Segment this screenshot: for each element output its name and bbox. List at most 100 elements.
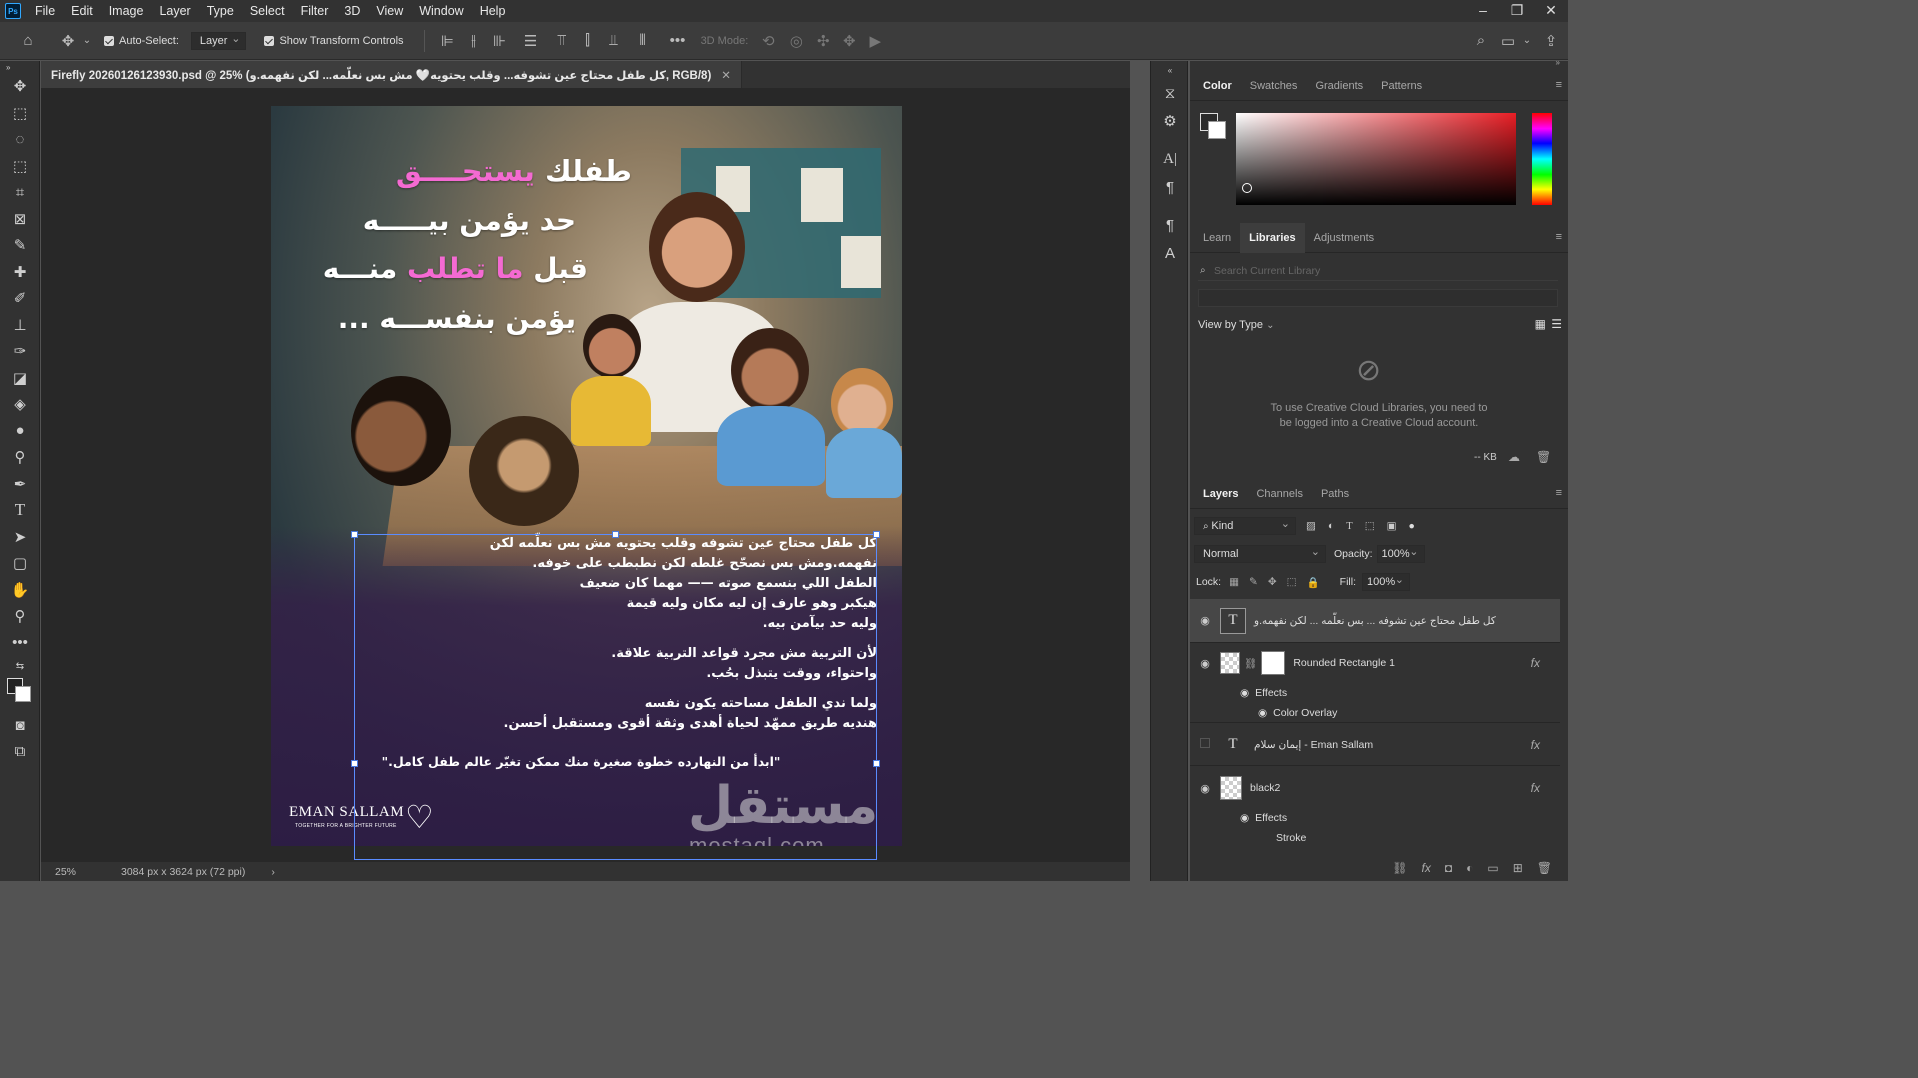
minimize-icon[interactable]: –: [1466, 0, 1500, 22]
lock-transparent-icon[interactable]: ▦: [1229, 576, 1239, 588]
checkbox-checked-icon[interactable]: [104, 35, 114, 46]
visibility-eye-icon[interactable]: ◉: [1190, 782, 1220, 795]
add-mask-icon[interactable]: ◘: [1445, 861, 1452, 875]
filter-shape-icon[interactable]: ⬚: [1365, 520, 1375, 532]
menu-file[interactable]: File: [27, 0, 63, 22]
crop-tool-icon[interactable]: ⌗: [0, 179, 40, 206]
transform-handle[interactable]: [873, 760, 880, 767]
tab-adjustments[interactable]: Adjustments: [1305, 223, 1384, 253]
menu-edit[interactable]: Edit: [63, 0, 101, 22]
cloud-sync-icon[interactable]: ☁: [1508, 450, 1520, 464]
effect-item[interactable]: Stroke: [1190, 828, 1560, 848]
align-right-icon[interactable]: ⊪: [487, 32, 513, 50]
align-bottom-icon[interactable]: ⫫: [601, 32, 627, 49]
align-center-icon[interactable]: ⫲: [461, 32, 487, 49]
properties-panel-icon[interactable]: ⚙: [1151, 107, 1189, 135]
3d-orbit-icon[interactable]: ⟲: [754, 32, 782, 50]
artwork[interactable]: طفلك يستحــــق حد يؤمن بيـــــه قبل ما ت…: [271, 106, 902, 846]
menu-filter[interactable]: Filter: [293, 0, 337, 22]
transform-handle[interactable]: [351, 531, 358, 538]
lock-artboard-icon[interactable]: ⬚: [1287, 576, 1297, 588]
effects-row[interactable]: ◉ Effects: [1190, 808, 1560, 828]
tab-channels[interactable]: Channels: [1247, 479, 1311, 509]
view-by-type-dropdown[interactable]: View by Type ⌄: [1198, 319, 1274, 331]
marquee-tool-icon[interactable]: ⬚: [0, 100, 40, 127]
close-icon[interactable]: ✕: [1534, 0, 1568, 22]
tab-patterns[interactable]: Patterns: [1372, 71, 1431, 101]
tab-layers[interactable]: Layers: [1194, 479, 1247, 509]
path-select-tool-icon[interactable]: ➤: [0, 524, 40, 551]
hue-slider[interactable]: [1532, 113, 1552, 205]
checkbox-checked-icon[interactable]: [264, 35, 275, 46]
visibility-eye-icon[interactable]: ◉: [1240, 687, 1249, 699]
eyedropper-tool-icon[interactable]: ✎: [0, 232, 40, 259]
paragraph-styles-icon[interactable]: ¶: [1151, 211, 1189, 239]
color-swatches[interactable]: [0, 676, 39, 712]
show-transform-controls-checkbox[interactable]: Show Transform Controls: [264, 35, 404, 47]
align-middle-icon[interactable]: ⫿: [575, 32, 601, 49]
visibility-eye-icon[interactable]: ◉: [1240, 812, 1249, 824]
tab-gradients[interactable]: Gradients: [1306, 71, 1372, 101]
zoom-level[interactable]: 25%: [41, 866, 101, 878]
chevron-down-icon[interactable]: ⌄: [80, 35, 94, 46]
delete-layer-icon[interactable]: 🗑: [1537, 861, 1552, 875]
lasso-tool-icon[interactable]: ◌: [0, 126, 40, 153]
layer-name[interactable]: كل طفل محتاج عين تشوفه ... بس نعلّمه ...…: [1254, 615, 1496, 627]
more-options-icon[interactable]: •••: [659, 32, 697, 49]
list-view-icon[interactable]: ☰: [1551, 317, 1562, 331]
quick-mask-icon[interactable]: ◙: [0, 712, 40, 739]
restore-icon[interactable]: ❐: [1500, 0, 1534, 22]
close-tab-icon[interactable]: ✕: [721, 68, 731, 82]
tab-swatches[interactable]: Swatches: [1241, 71, 1307, 101]
tab-libraries[interactable]: Libraries: [1240, 222, 1305, 253]
fx-icon[interactable]: fx: [1531, 656, 1540, 670]
3d-pan-icon[interactable]: ✣: [810, 32, 836, 50]
effect-item[interactable]: ◉ Color Overlay: [1190, 703, 1560, 723]
effects-row[interactable]: ◉ Effects: [1190, 683, 1560, 703]
tab-learn[interactable]: Learn: [1194, 223, 1240, 253]
chevron-down-icon[interactable]: ⌄: [1520, 35, 1534, 46]
new-layer-icon[interactable]: ⊞: [1513, 861, 1523, 875]
layer-row[interactable]: ◉ T كل طفل محتاج عين تشوفه ... بس نعلّمه…: [1190, 599, 1560, 643]
layer-name[interactable]: black2: [1250, 782, 1280, 794]
library-search-input[interactable]: Search Current Library: [1198, 261, 1558, 281]
search-icon[interactable]: ⌕: [1466, 32, 1496, 49]
transform-handle[interactable]: [351, 760, 358, 767]
visibility-eye-icon[interactable]: ◉: [1190, 657, 1220, 670]
more-tools-icon[interactable]: •••: [0, 630, 40, 657]
menu-window[interactable]: Window: [411, 0, 471, 22]
shape-tool-icon[interactable]: ▢: [0, 550, 40, 577]
brush-tool-icon[interactable]: ✐: [0, 285, 40, 312]
workspace-icon[interactable]: ▭: [1496, 32, 1520, 50]
move-tool-icon[interactable]: ✥: [56, 32, 80, 50]
lock-pixels-icon[interactable]: ✎: [1249, 576, 1258, 588]
collapse-icon[interactable]: »: [1556, 58, 1560, 67]
adjustment-layer-icon[interactable]: ◐: [1466, 861, 1473, 875]
collapse-icon[interactable]: »: [0, 61, 40, 73]
zoom-tool-icon[interactable]: ⚲: [0, 603, 40, 630]
stamp-tool-icon[interactable]: ⊥: [0, 312, 40, 339]
distribute-icon[interactable]: ☰: [513, 32, 549, 50]
filter-type-icon[interactable]: T: [1346, 521, 1352, 532]
fx-icon[interactable]: fx: [1531, 738, 1540, 752]
character-panel-icon[interactable]: A|: [1151, 145, 1189, 173]
layer-row[interactable]: ◉ black2 fx: [1190, 766, 1560, 810]
layer-name[interactable]: إيمان سلام - Eman Sallam: [1254, 739, 1373, 751]
move-tool-icon[interactable]: ✥: [0, 73, 40, 100]
library-dropdown[interactable]: [1198, 289, 1558, 307]
layer-name[interactable]: Rounded Rectangle 1: [1293, 657, 1395, 669]
character-styles-icon[interactable]: A: [1151, 239, 1189, 267]
eraser-tool-icon[interactable]: ◪: [0, 365, 40, 392]
object-select-tool-icon[interactable]: ⬚: [0, 153, 40, 180]
opacity-input[interactable]: 100%: [1376, 545, 1425, 563]
menu-image[interactable]: Image: [101, 0, 152, 22]
pen-tool-icon[interactable]: ✒: [0, 471, 40, 498]
chevron-right-icon[interactable]: ›: [271, 866, 275, 878]
lock-position-icon[interactable]: ✥: [1268, 576, 1277, 588]
fx-icon[interactable]: fx: [1531, 781, 1540, 795]
transform-handle[interactable]: [612, 531, 619, 538]
filter-toggle-icon[interactable]: ●: [1409, 520, 1415, 532]
panel-menu-icon[interactable]: ≡: [1556, 79, 1562, 91]
add-style-icon[interactable]: fx: [1422, 861, 1431, 875]
color-picker-field[interactable]: [1236, 113, 1516, 205]
